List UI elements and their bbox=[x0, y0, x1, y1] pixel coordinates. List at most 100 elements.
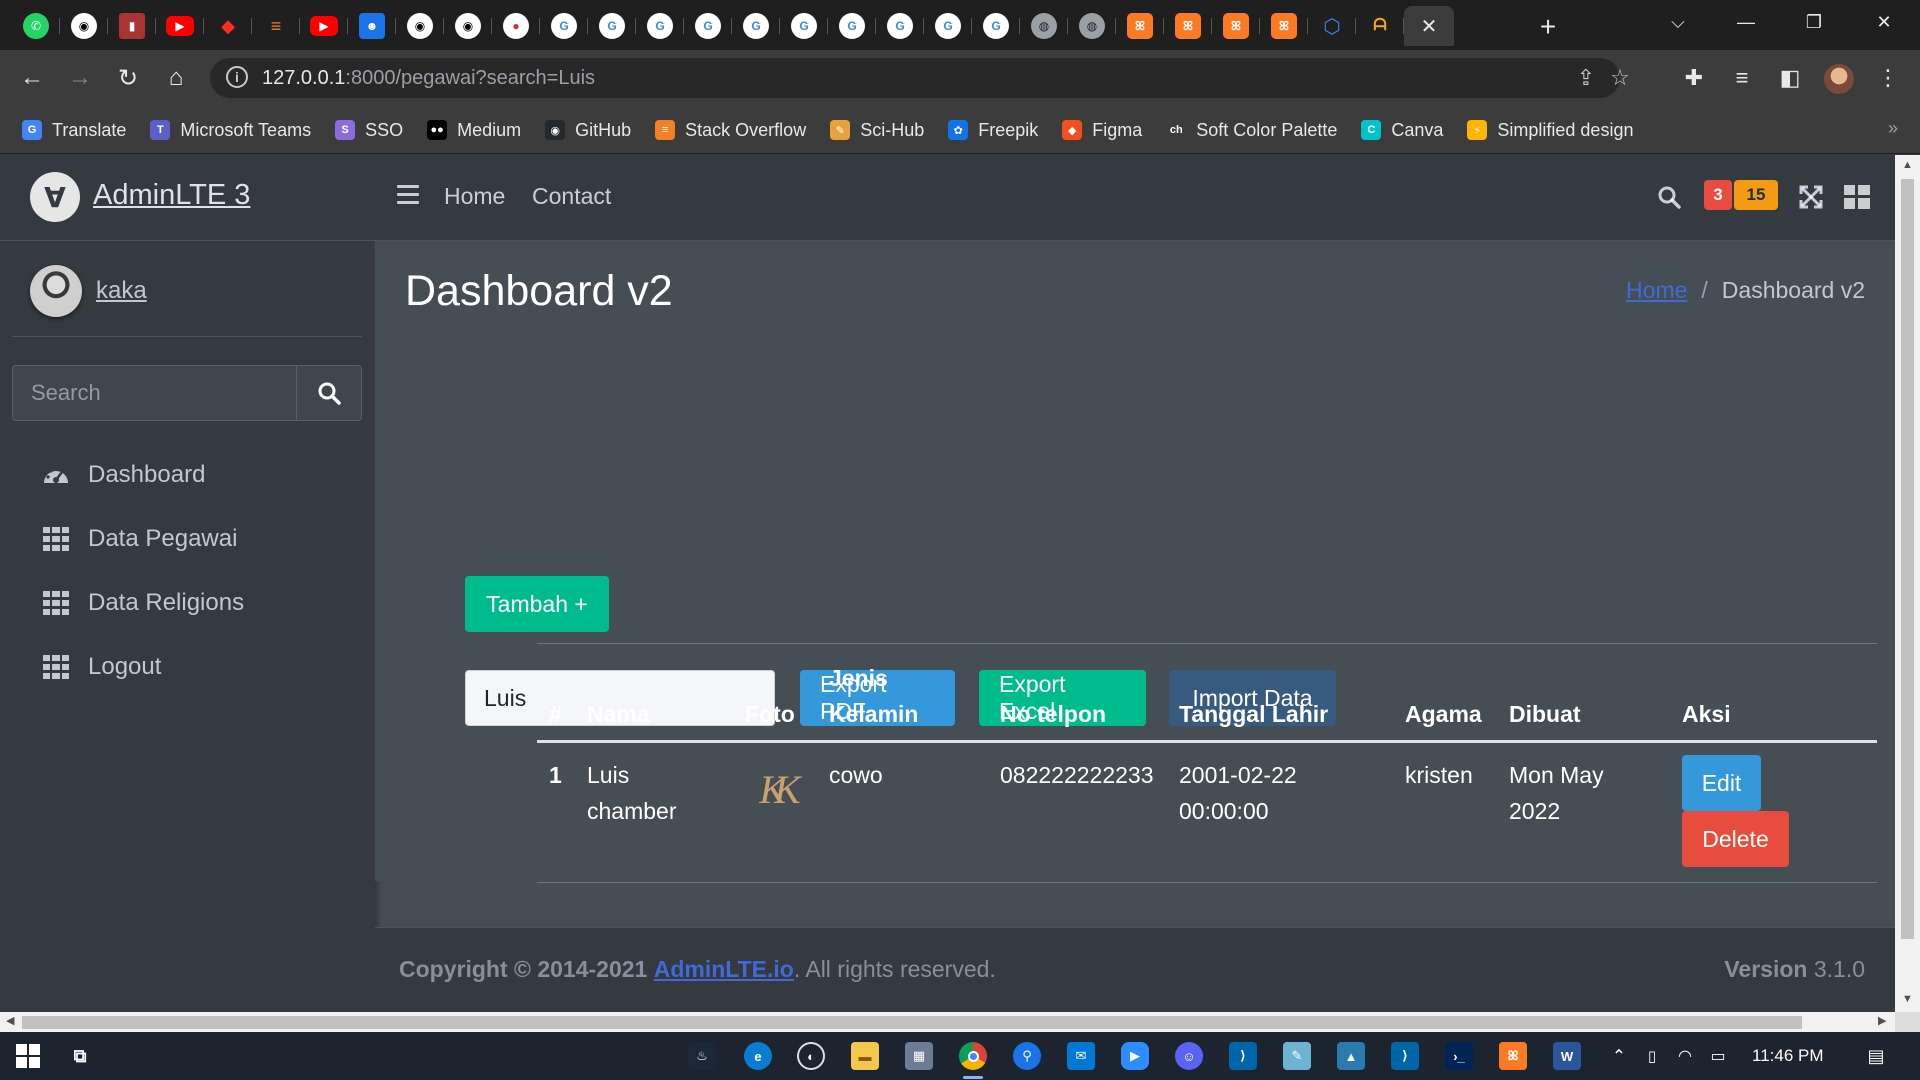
sidebar-search-button[interactable] bbox=[296, 365, 362, 421]
menu-kebab-icon[interactable]: ⋮ bbox=[1872, 62, 1904, 94]
bookmark-figma[interactable]: ◆ Figma bbox=[1062, 120, 1142, 141]
nav-contact-link[interactable]: Contact bbox=[532, 183, 611, 210]
vertical-scroll-thumb[interactable] bbox=[1901, 179, 1914, 939]
profile-avatar[interactable] bbox=[1824, 64, 1854, 94]
tab-google-4[interactable]: G bbox=[684, 6, 732, 46]
edge-icon[interactable]: e bbox=[744, 1042, 772, 1070]
tab-google-3[interactable]: G bbox=[636, 6, 684, 46]
extensions-icon[interactable]: ✚ bbox=[1678, 62, 1710, 94]
app-icon[interactable]: ▦ bbox=[905, 1042, 933, 1070]
add-employee-button[interactable]: Tambah + bbox=[465, 576, 609, 632]
tab-stackoverflow[interactable]: ≡ bbox=[252, 6, 300, 46]
sidebar-item-data-religions[interactable]: Data Religions bbox=[12, 571, 362, 635]
bookmark-github[interactable]: ◉ GitHub bbox=[545, 120, 631, 141]
tab-globe-1[interactable]: ◍ bbox=[1020, 6, 1068, 46]
word-icon[interactable]: W bbox=[1553, 1042, 1581, 1070]
back-button[interactable]: ← bbox=[16, 62, 48, 94]
user-name-link[interactable]: kaka bbox=[96, 277, 147, 305]
tab-youtube-2[interactable]: ▶ bbox=[300, 6, 348, 46]
tab-xampp-1[interactable]: ꕤ bbox=[1116, 6, 1164, 46]
file-explorer-icon[interactable]: ▬ bbox=[851, 1042, 879, 1070]
adminlte-link[interactable]: AdminLTE.io bbox=[654, 956, 794, 982]
tab-contacts[interactable]: ☻ bbox=[348, 6, 396, 46]
tab-github-2[interactable]: ◉ bbox=[396, 6, 444, 46]
maps-icon[interactable]: ⚲ bbox=[1013, 1042, 1041, 1070]
scroll-up-arrow-icon[interactable]: ▲ bbox=[1901, 159, 1914, 171]
obs-icon[interactable]: ◐ bbox=[797, 1042, 825, 1070]
tab-google-1[interactable]: G bbox=[540, 6, 588, 46]
tray-chevron-icon[interactable]: ⌃ bbox=[1605, 1042, 1633, 1070]
sidebar-item-data-pegawai[interactable]: Data Pegawai bbox=[12, 507, 362, 571]
tab-youtube[interactable]: ▶ bbox=[156, 6, 204, 46]
tab-google-5[interactable]: G bbox=[732, 6, 780, 46]
bookmark-freepik[interactable]: ✿ Freepik bbox=[948, 120, 1038, 141]
task-view-icon[interactable]: ⧉ bbox=[66, 1042, 94, 1070]
tab-active[interactable]: ✕ bbox=[1404, 6, 1454, 46]
taskbar-clock[interactable]: 11:46 PM bbox=[1752, 1046, 1824, 1066]
tab-adminlte[interactable]: ᗩ bbox=[1356, 6, 1404, 46]
bookmark-translate[interactable]: G Translate bbox=[22, 120, 126, 141]
bookmark-medium[interactable]: ●● Medium bbox=[427, 120, 521, 141]
reload-button[interactable]: ↻ bbox=[112, 62, 144, 94]
star-icon[interactable]: ☆ bbox=[1606, 64, 1634, 92]
scroll-left-arrow-icon[interactable]: ◀ bbox=[6, 1014, 14, 1027]
windows-start-icon[interactable] bbox=[14, 1042, 42, 1070]
xampp-icon[interactable]: ꕤ bbox=[1499, 1042, 1527, 1070]
restore-button[interactable]: ❐ bbox=[1780, 0, 1848, 44]
tray-device-icon[interactable]: ▯ bbox=[1638, 1042, 1666, 1070]
media-controls-icon[interactable]: ≡ bbox=[1726, 62, 1758, 94]
control-sidebar-icon[interactable] bbox=[1843, 183, 1871, 211]
vscode-icon[interactable]: ⟩ bbox=[1229, 1042, 1257, 1070]
wifi-icon[interactable]: ◠ bbox=[1671, 1042, 1699, 1070]
nav-home-link[interactable]: Home bbox=[444, 183, 505, 210]
tab-google-9[interactable]: G bbox=[924, 6, 972, 46]
steam-icon[interactable]: ♨ bbox=[688, 1042, 716, 1070]
delete-button[interactable]: Delete bbox=[1682, 811, 1789, 867]
tab-laravel[interactable]: ◆ bbox=[204, 6, 252, 46]
scroll-right-arrow-icon[interactable]: ▶ bbox=[1878, 1014, 1886, 1027]
messages-badge[interactable]: 3 bbox=[1704, 180, 1732, 210]
tab-whatsapp[interactable]: ✆ bbox=[12, 6, 60, 46]
tab-github[interactable]: ◉ bbox=[60, 6, 108, 46]
bookmark-simplified-design[interactable]: ⚡ Simplified design bbox=[1467, 120, 1633, 141]
scroll-down-arrow-icon[interactable]: ▼ bbox=[1901, 993, 1914, 1005]
sidebar-search-input[interactable] bbox=[12, 365, 296, 421]
url-text[interactable]: 127.0.0.1:8000/pegawai?search=Luis bbox=[262, 67, 595, 90]
forward-button[interactable]: → bbox=[64, 62, 96, 94]
minimize-button[interactable]: — bbox=[1712, 0, 1780, 44]
bookmark-stack-overflow[interactable]: ≡ Stack Overflow bbox=[655, 120, 806, 141]
bookmark-microsoft-teams[interactable]: T Microsoft Teams bbox=[150, 120, 311, 141]
tab-xampp-2[interactable]: ꕤ bbox=[1164, 6, 1212, 46]
notifications-badge[interactable]: 15 bbox=[1734, 180, 1778, 210]
tab-xampp-3[interactable]: ꕤ bbox=[1212, 6, 1260, 46]
tab-xampp-4[interactable]: ꕤ bbox=[1260, 6, 1308, 46]
vscode-icon-2[interactable]: ⟩ bbox=[1391, 1042, 1419, 1070]
edit-button[interactable]: Edit bbox=[1682, 755, 1761, 811]
mail-icon[interactable]: ✉ bbox=[1067, 1042, 1095, 1070]
discord-icon[interactable]: ☺ bbox=[1175, 1042, 1203, 1070]
bookmark-sci-hub[interactable]: ✎ Sci-Hub bbox=[830, 120, 924, 141]
tab-google-6[interactable]: G bbox=[780, 6, 828, 46]
address-bar[interactable]: i 127.0.0.1:8000/pegawai?search=Luis ⇪ ☆ bbox=[210, 58, 1630, 98]
bookmarks-overflow-icon[interactable]: » bbox=[1888, 118, 1898, 139]
bookmark-soft-color-palette[interactable]: ch Soft Color Palette bbox=[1166, 120, 1337, 141]
tab-video[interactable]: ▮ bbox=[108, 6, 156, 46]
tab-hexagon[interactable]: ⬡ bbox=[1308, 6, 1356, 46]
bookmark-sso[interactable]: S SSO bbox=[335, 120, 403, 141]
home-button[interactable]: ⌂ bbox=[160, 62, 192, 94]
zoom-icon[interactable]: ▶ bbox=[1121, 1042, 1149, 1070]
sidebar-item-logout[interactable]: Logout bbox=[12, 635, 362, 699]
tab-google-2[interactable]: G bbox=[588, 6, 636, 46]
tab-google-8[interactable]: G bbox=[876, 6, 924, 46]
bookmark-canva[interactable]: C Canva bbox=[1361, 120, 1443, 141]
notification-center-icon[interactable]: ▤ bbox=[1862, 1042, 1890, 1070]
fullscreen-icon[interactable] bbox=[1797, 183, 1825, 211]
tab-google-7[interactable]: G bbox=[828, 6, 876, 46]
new-tab-button[interactable]: + bbox=[1530, 9, 1566, 45]
brand-link[interactable]: Ɐ AdminLTE 3 bbox=[0, 155, 375, 241]
hamburger-menu-icon[interactable] bbox=[397, 185, 419, 207]
horizontal-scrollbar[interactable]: ◀ ▶ bbox=[0, 1012, 1895, 1032]
brand-text[interactable]: AdminLTE 3 bbox=[93, 179, 250, 212]
side-panel-icon[interactable]: ◧ bbox=[1774, 62, 1806, 94]
tab-search-button[interactable]: ⌵ bbox=[1644, 0, 1712, 44]
